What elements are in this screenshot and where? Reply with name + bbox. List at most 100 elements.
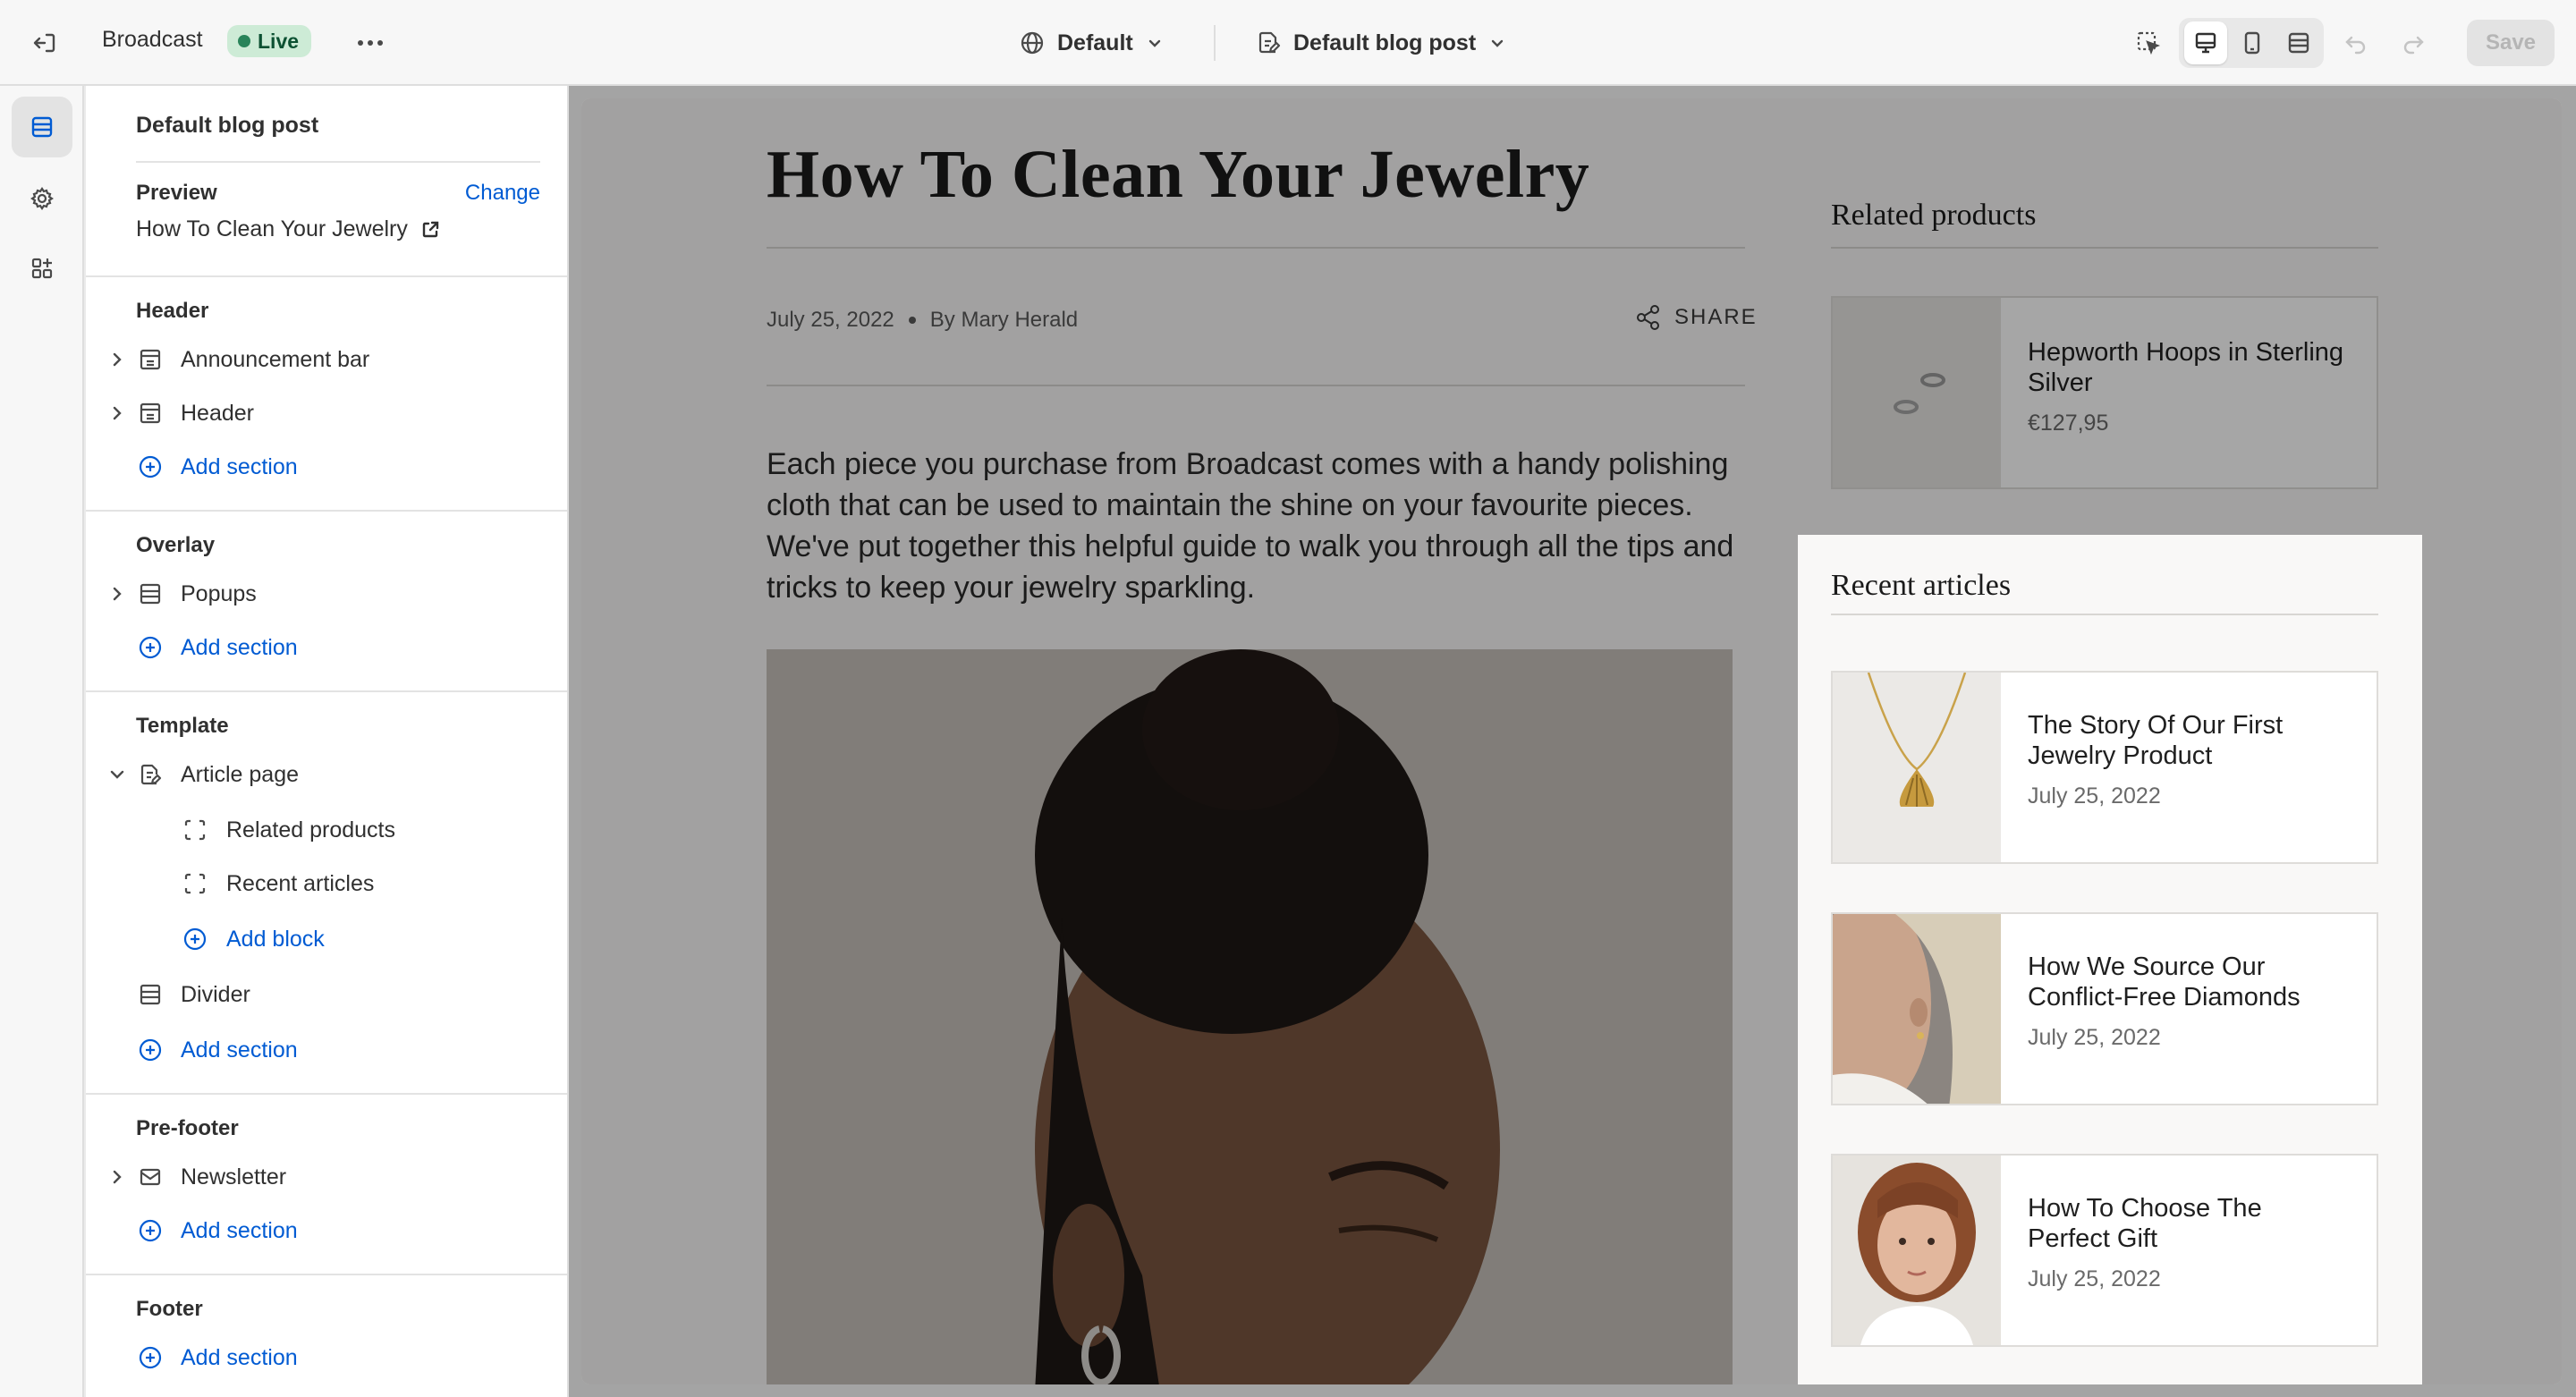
group-label-overlay: Overlay <box>136 533 216 557</box>
article-card-title: How We Source Our Conflict-Free Diamonds <box>2028 952 2301 1012</box>
add-block-button[interactable]: Add block <box>86 914 567 964</box>
meta-bullet <box>908 317 916 324</box>
section-item-article-page[interactable]: Article page <box>86 749 567 800</box>
full-width-icon <box>2288 32 2309 54</box>
full-width-view-button[interactable] <box>2277 21 2320 64</box>
add-section-label: Add section <box>181 1217 298 1243</box>
add-section-header[interactable]: Add section <box>86 442 567 492</box>
chevron-right-icon[interactable] <box>107 403 127 423</box>
desktop-view-button[interactable] <box>2184 21 2227 64</box>
section-item-divider[interactable]: Divider <box>86 969 567 1020</box>
chevron-right-icon[interactable] <box>107 1167 127 1187</box>
preview-page[interactable]: How To Clean Your Jewelry <box>136 216 440 242</box>
more-actions-button[interactable] <box>351 23 390 63</box>
section-item-header[interactable]: Header <box>86 388 567 438</box>
redo-button[interactable] <box>2392 21 2435 64</box>
add-section-footer[interactable]: Add section <box>86 1333 567 1383</box>
chevron-right-icon[interactable] <box>107 584 127 604</box>
plus-circle-icon <box>138 454 163 479</box>
article-card-title: How To Choose The Perfect Gift <box>2028 1194 2262 1253</box>
add-section-overlay[interactable]: Add section <box>86 622 567 673</box>
apps-icon <box>31 258 53 279</box>
globe-icon <box>1021 31 1044 55</box>
recent-articles-section[interactable]: Recent articles The Story Of Our First J… <box>1798 535 2422 1384</box>
envelope-icon <box>138 1164 163 1190</box>
editor-nav-rail <box>0 86 84 1397</box>
template-selector-label: Default blog post <box>1293 30 1477 55</box>
exit-editor-button[interactable] <box>25 23 64 63</box>
theme-selector[interactable]: Default <box>1020 23 1164 63</box>
article-card-date: July 25, 2022 <box>2028 783 2161 809</box>
inspector-button[interactable] <box>2127 21 2170 64</box>
add-block-label: Add block <box>226 926 325 952</box>
section-item-label: Article page <box>181 761 300 787</box>
article-lead: Each piece you purchase from Broadcast c… <box>767 447 1734 605</box>
recent-article-card[interactable]: The Story Of Our First Jewelry Product J… <box>1831 671 2378 864</box>
theme-settings-nav-button[interactable] <box>12 168 72 229</box>
recent-article-card[interactable]: How We Source Our Conflict-Free Diamonds… <box>1831 912 2378 1105</box>
article-card-date: July 25, 2022 <box>2028 1266 2161 1291</box>
add-section-template[interactable]: Add section <box>86 1025 567 1075</box>
page-edit-icon <box>138 762 163 787</box>
change-preview-link[interactable]: Change <box>465 181 540 206</box>
live-dot-icon <box>238 35 250 47</box>
sidebar-divider <box>86 1274 567 1275</box>
section-icon <box>138 347 163 372</box>
related-divider <box>1831 247 2378 249</box>
add-section-prefooter[interactable]: Add section <box>86 1206 567 1256</box>
storefront-preview[interactable]: How To Clean Your Jewelry July 25, 2022 … <box>581 98 2562 1384</box>
block-icon <box>182 817 208 842</box>
article-thumbnail <box>1833 914 2001 1104</box>
chevron-down-icon[interactable] <box>107 765 127 784</box>
save-button[interactable]: Save <box>2467 20 2555 66</box>
add-section-label: Add section <box>181 1037 298 1063</box>
live-badge-label: Live <box>258 29 300 53</box>
add-section-label: Add section <box>181 1344 298 1370</box>
preview-page-title: How To Clean Your Jewelry <box>136 216 408 241</box>
article-thumbnail <box>1833 673 2001 862</box>
section-item-newsletter[interactable]: Newsletter <box>86 1152 567 1202</box>
section-item-announcement-bar[interactable]: Announcement bar <box>86 334 567 385</box>
external-link-icon <box>422 221 439 237</box>
recent-article-card[interactable]: How To Choose The Perfect Gift July 25, … <box>1831 1154 2378 1347</box>
related-products-title: Related products <box>1831 199 2037 232</box>
article-divider <box>767 247 1745 249</box>
preview-label: Preview <box>136 181 217 205</box>
sidebar-divider <box>136 161 540 163</box>
gear-icon <box>30 187 54 210</box>
sections-icon <box>31 116 53 138</box>
ellipsis-icon <box>358 40 383 46</box>
editor-topbar: Broadcast Live Default Default blog post… <box>0 0 2576 86</box>
product-name: Hepworth Hoops in Sterling Silver <box>2028 338 2344 397</box>
plus-circle-icon <box>182 927 208 952</box>
section-icon <box>138 982 163 1007</box>
undo-button[interactable] <box>2334 21 2377 64</box>
recent-divider <box>1831 614 2378 615</box>
live-status-badge: Live <box>227 25 312 57</box>
sections-nav-button[interactable] <box>12 97 72 157</box>
section-item-popups[interactable]: Popups <box>86 569 567 619</box>
theme-selector-label: Default <box>1057 30 1133 55</box>
plus-circle-icon <box>138 1037 163 1063</box>
mobile-view-button[interactable] <box>2231 21 2274 64</box>
store-name: Broadcast <box>102 27 203 52</box>
product-thumbnail <box>1833 298 2001 487</box>
template-selector[interactable]: Default blog post <box>1256 23 1506 63</box>
block-item-label: Related products <box>226 817 396 842</box>
sidebar-divider <box>86 690 567 692</box>
share-icon <box>1637 305 1659 330</box>
article-hero-image <box>767 649 1733 1384</box>
article-thumbnail <box>1833 1156 2001 1345</box>
sidebar-divider <box>86 510 567 512</box>
desktop-icon <box>2195 32 2216 54</box>
block-item-recent-articles[interactable]: Recent articles <box>86 859 567 909</box>
add-section-label: Add section <box>181 453 298 479</box>
chevron-right-icon[interactable] <box>107 350 127 369</box>
block-item-label: Recent articles <box>226 870 375 896</box>
article-card-date: July 25, 2022 <box>2028 1025 2161 1050</box>
section-item-label: Announcement bar <box>181 346 370 372</box>
related-product-card[interactable]: Hepworth Hoops in Sterling Silver €127,9… <box>1831 296 2378 489</box>
share-button[interactable]: SHARE <box>1635 304 1758 331</box>
block-item-related-products[interactable]: Related products <box>86 805 567 855</box>
apps-nav-button[interactable] <box>12 238 72 299</box>
